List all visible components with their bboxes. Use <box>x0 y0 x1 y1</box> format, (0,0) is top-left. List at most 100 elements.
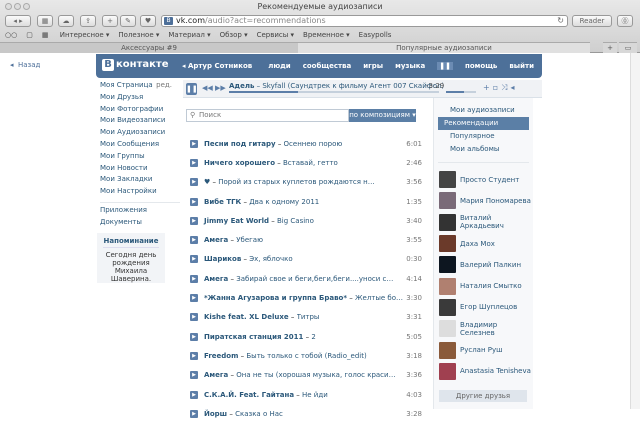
menu-recommendations[interactable]: Рекомендации <box>438 117 529 130</box>
play-icon[interactable]: ▶ <box>190 158 198 167</box>
play-icon[interactable]: ▶ <box>190 294 198 303</box>
tab-accessories[interactable]: Аксессуары #9 <box>0 42 298 53</box>
reload-icon[interactable]: ↻ <box>557 16 564 26</box>
add-icon[interactable]: + <box>102 15 118 27</box>
cloud-icon[interactable]: ☁ <box>58 15 74 27</box>
track-row[interactable]: ▶ Freedom – Быть только с тобой (Radio_ed… <box>190 346 422 365</box>
scrollbar[interactable] <box>630 53 640 409</box>
friend-item[interactable]: Егор Шуплецов <box>434 297 533 318</box>
bookmark[interactable]: Easypolls <box>359 31 392 39</box>
friend-item[interactable]: Наталия Смытко <box>434 275 533 296</box>
track-row[interactable]: ▶ Амега – Забирай свое и беги,беги,беги..… <box>190 269 422 288</box>
bookmark[interactable]: Временное ▾ <box>303 31 350 39</box>
other-friends-button[interactable]: Другие друзья <box>439 390 527 402</box>
track-artist[interactable]: Амега <box>204 236 228 244</box>
track-artist[interactable]: Kishe feat. XL Deluxe <box>204 313 289 321</box>
progress-bar[interactable] <box>229 91 439 93</box>
avatar[interactable] <box>439 320 456 338</box>
avatar[interactable] <box>439 362 456 380</box>
bookmark[interactable]: Интересное ▾ <box>60 31 110 39</box>
friend-item[interactable]: Валерий Палкин <box>434 254 533 275</box>
play-icon[interactable]: ▶ <box>190 216 198 225</box>
track-artist[interactable]: Амега <box>204 275 228 283</box>
menu-item[interactable]: Мои Настройки <box>100 187 180 199</box>
friend-item[interactable]: Anastasia Tenisheva <box>434 361 533 382</box>
nav-communities[interactable]: сообщества <box>303 62 352 70</box>
reader-button[interactable]: Reader <box>572 15 612 27</box>
play-icon[interactable]: ▶ <box>190 274 198 283</box>
track-row[interactable]: ▶ ♥ – Порой из старых куплетов рождаются … <box>190 173 422 192</box>
track-row[interactable]: ▶ Йорш – Сказка о Нас 3:28 <box>190 404 422 423</box>
friend-name[interactable]: Егор Шуплецов <box>460 303 517 311</box>
menu-item[interactable]: Мои Фотографии <box>100 105 180 117</box>
avatar[interactable] <box>439 341 456 359</box>
friend-name[interactable]: Даха Мох <box>460 240 495 248</box>
menu-apps[interactable]: Приложения <box>100 206 180 218</box>
track-row[interactable]: ▶ Ничего хорошего – Вставай, гетто 2:46 <box>190 153 422 172</box>
download-icon[interactable]: ⓪ <box>617 15 633 27</box>
avatar[interactable] <box>439 256 456 274</box>
player-actions[interactable]: +▫⤨◂ <box>483 83 518 93</box>
track-artist[interactable]: С.К.А.Й. Feat. Гайтана <box>204 391 294 399</box>
play-icon[interactable]: ▶ <box>190 371 198 380</box>
nav-games[interactable]: игры <box>363 62 383 70</box>
friend-name[interactable]: Мария Пономарева <box>460 197 531 205</box>
play-icon[interactable]: ▶ <box>190 390 198 399</box>
avatar[interactable] <box>439 298 456 316</box>
nav-help[interactable]: помощь <box>465 62 497 70</box>
menu-label[interactable]: Моя Страница <box>100 81 153 89</box>
nav-music[interactable]: музыка <box>395 62 425 70</box>
search-input[interactable]: ⚲ Поиск <box>186 109 349 122</box>
bookmark[interactable]: Обзор ▾ <box>220 31 248 39</box>
bookmark[interactable]: Полезное ▾ <box>118 31 159 39</box>
friend-name[interactable]: Просто Студент <box>460 176 519 184</box>
tab-overview-button[interactable]: ▭ <box>619 42 637 53</box>
menu-item[interactable]: Мои Видеозаписи <box>100 116 180 128</box>
play-icon[interactable]: ▶ <box>190 236 198 245</box>
track-row[interactable]: ▶ С.К.А.Й. Feat. Гайтана – Не йди 4:03 <box>190 385 422 404</box>
friend-item[interactable]: Владимир Селезнев <box>434 318 533 339</box>
pause-button[interactable]: ❚❚ <box>186 83 198 95</box>
menu-item[interactable]: Мои Сообщения <box>100 140 180 152</box>
player-artist[interactable]: Адель <box>229 82 254 90</box>
menu-item[interactable]: Мои Закладки <box>100 175 180 187</box>
track-artist[interactable]: Пиратская станция 2011 <box>204 333 303 341</box>
track-artist[interactable]: ♥ <box>204 178 210 186</box>
track-row[interactable]: ▶ Песни под гитару – Осеннею порою 6:01 <box>190 134 422 153</box>
avatar[interactable] <box>439 213 456 231</box>
play-icon[interactable]: ▶ <box>190 255 198 264</box>
track-row[interactable]: ▶ *Жанна Агузарова и группа Браво* – Желт… <box>190 288 422 307</box>
bookmark[interactable]: Материал ▾ <box>168 31 210 39</box>
vk-logo[interactable]: Вконтакте <box>102 59 168 71</box>
avatar[interactable] <box>439 235 456 253</box>
track-row[interactable]: ▶ Амега – Убегаю 3:55 <box>190 230 422 249</box>
prev-next-icons[interactable]: ◀◀ ▶▶ <box>202 84 226 92</box>
avatar[interactable] <box>439 171 456 189</box>
track-artist[interactable]: Вибе ТГК <box>204 198 241 206</box>
track-artist[interactable]: Ничего хорошего <box>204 159 275 167</box>
track-artist[interactable]: Амега <box>204 371 228 379</box>
topsites-icon[interactable]: ▦ <box>42 31 49 39</box>
search-mode-dropdown[interactable]: по композициям ▾ <box>349 109 416 122</box>
reading-list-icon[interactable]: ○○ <box>5 31 17 39</box>
friend-item[interactable]: Даха Мох <box>434 233 533 254</box>
track-row[interactable]: ▶ Kishe feat. XL Deluxe – Титры 3:31 <box>190 308 422 327</box>
bookmarks-icon[interactable]: ▢ <box>26 31 33 39</box>
nav-logout[interactable]: выйти <box>509 62 534 70</box>
track-row[interactable]: ▶ Jimmy Eat World – Big Casino 3:40 <box>190 211 422 230</box>
play-icon[interactable]: ▶ <box>190 197 198 206</box>
menu-documents[interactable]: Документы <box>100 218 180 230</box>
track-row[interactable]: ▶ Амега – Она не ты (хорошая музыка, голо… <box>190 366 422 385</box>
friend-name[interactable]: Anastasia Tenisheva <box>460 367 531 375</box>
edit-link[interactable]: ред. <box>156 81 172 89</box>
friend-item[interactable]: Просто Студент <box>434 169 533 190</box>
track-row[interactable]: ▶ Пиратская станция 2011 – 2 5:05 <box>190 327 422 346</box>
track-row[interactable]: ▶ Вибе ТГК – Два к одному 2011 1:35 <box>190 192 422 211</box>
menu-albums[interactable]: Мои альбомы <box>438 143 529 156</box>
avatar[interactable] <box>439 192 456 210</box>
play-icon[interactable]: ▶ <box>190 351 198 360</box>
track-row[interactable]: ▶ Шариков – Эх, яблочко 0:30 <box>190 250 422 269</box>
track-artist[interactable]: Шариков <box>204 255 241 263</box>
play-icon[interactable]: ▶ <box>190 332 198 341</box>
back-forward-buttons[interactable]: ◂ ▸ <box>5 15 31 27</box>
